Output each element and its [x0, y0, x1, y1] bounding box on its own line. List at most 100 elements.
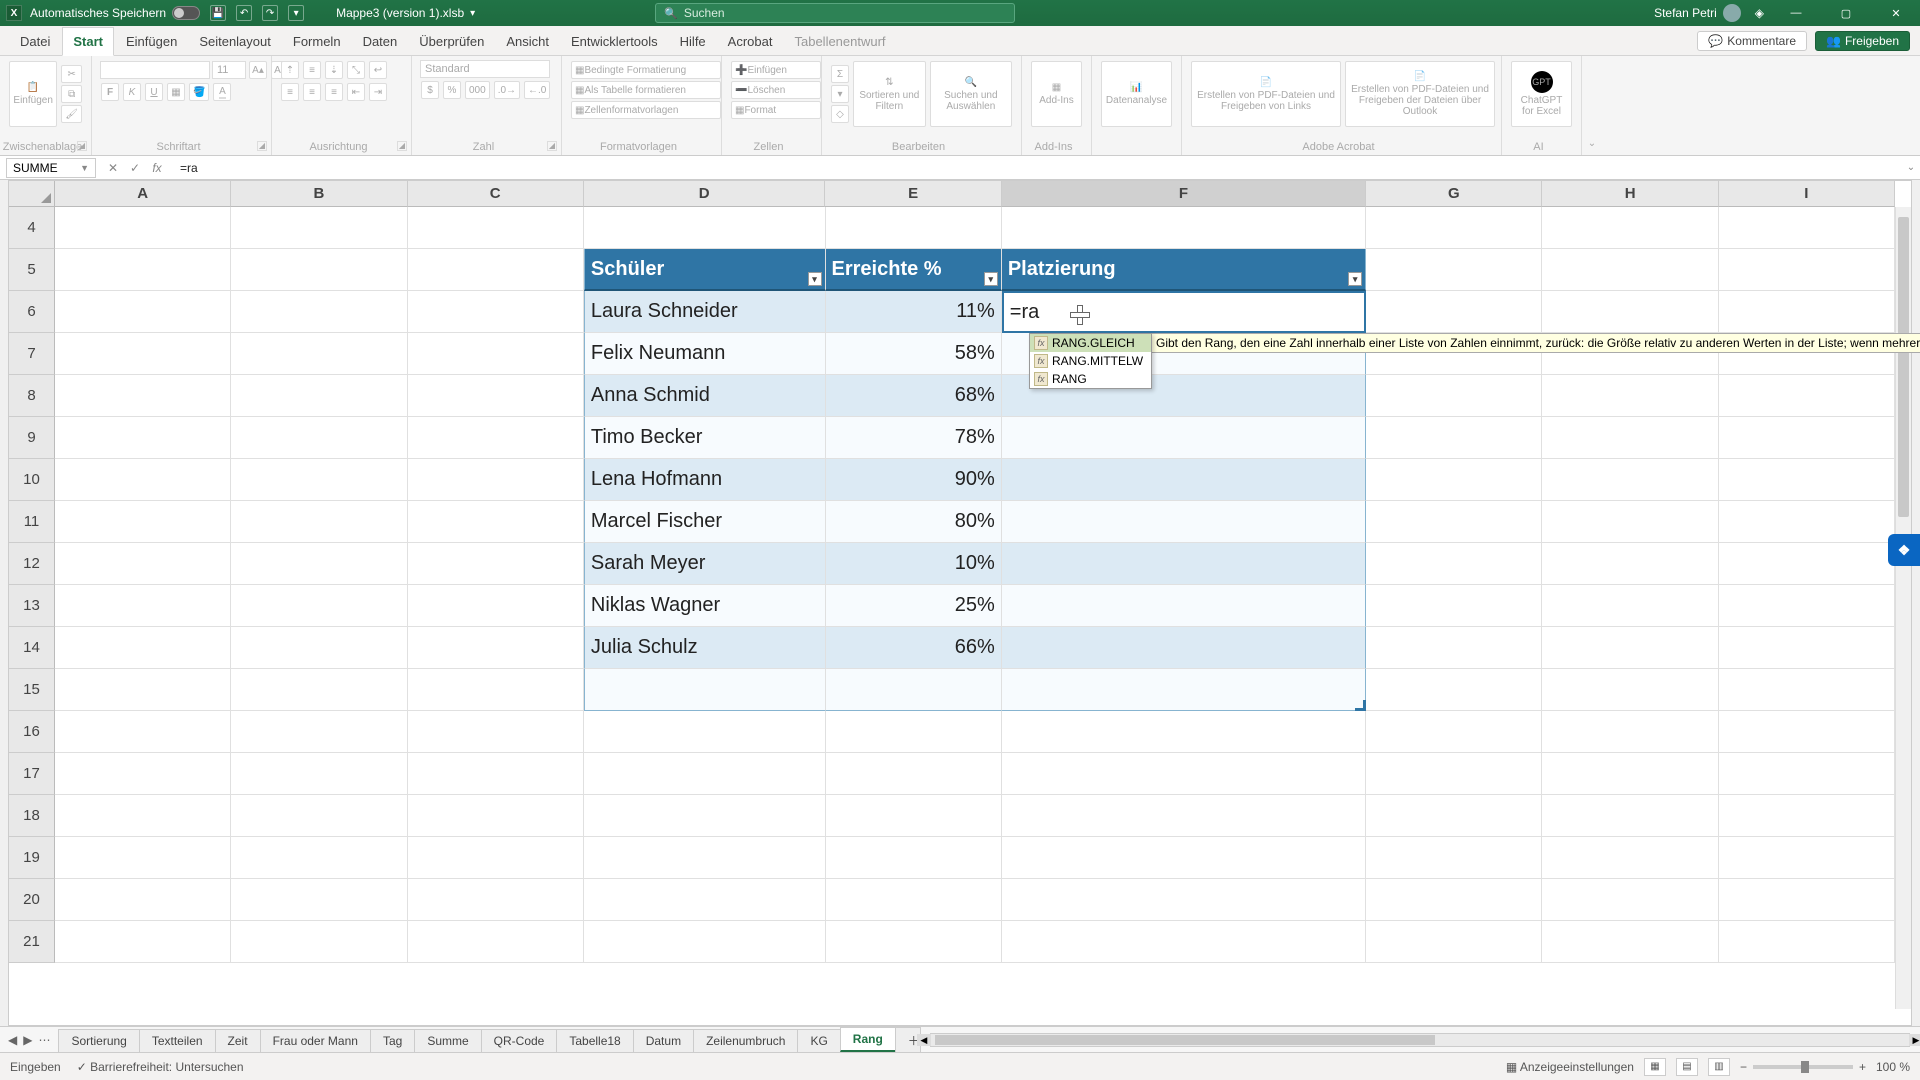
- sheet-tab[interactable]: Textteilen: [139, 1029, 216, 1052]
- cell[interactable]: [1542, 921, 1718, 963]
- cell[interactable]: [55, 669, 231, 711]
- cell[interactable]: [408, 543, 584, 585]
- cell[interactable]: [1719, 879, 1895, 921]
- cell[interactable]: [1542, 627, 1718, 669]
- cell[interactable]: [55, 543, 231, 585]
- cell[interactable]: [1002, 711, 1366, 753]
- formula-input[interactable]: =ra: [174, 161, 1902, 175]
- cell[interactable]: [1366, 585, 1542, 627]
- cell[interactable]: [55, 879, 231, 921]
- cell[interactable]: [1719, 501, 1895, 543]
- cell[interactable]: [1002, 627, 1366, 669]
- zoom-out-icon[interactable]: −: [1740, 1060, 1747, 1074]
- cell[interactable]: [1542, 837, 1718, 879]
- format-painter-icon[interactable]: 🖌: [61, 105, 82, 123]
- row-header[interactable]: 11: [9, 501, 55, 543]
- sort-filter-button[interactable]: ⇅Sortieren und Filtern: [853, 61, 926, 127]
- cell[interactable]: Anna Schmid: [584, 375, 826, 417]
- cell[interactable]: [1366, 921, 1542, 963]
- cell[interactable]: [1366, 375, 1542, 417]
- zoom-slider[interactable]: − +: [1740, 1060, 1866, 1074]
- cell[interactable]: 78%: [826, 417, 1002, 459]
- cell[interactable]: 80%: [826, 501, 1002, 543]
- cell[interactable]: =ra: [1002, 291, 1366, 333]
- cell[interactable]: Schüler▾: [584, 249, 826, 291]
- cell[interactable]: [826, 207, 1002, 249]
- cell[interactable]: [55, 921, 231, 963]
- cell[interactable]: [1366, 753, 1542, 795]
- cut-icon[interactable]: ✂: [61, 65, 82, 83]
- cell[interactable]: [1542, 753, 1718, 795]
- sheet-tab[interactable]: Zeit: [215, 1029, 261, 1052]
- cell[interactable]: [826, 837, 1002, 879]
- cell[interactable]: [231, 207, 407, 249]
- name-box[interactable]: SUMME ▼: [6, 158, 96, 178]
- sheet-tab[interactable]: Tag: [370, 1029, 415, 1052]
- ribbon-tab-start[interactable]: Start: [62, 27, 114, 56]
- cell[interactable]: [231, 795, 407, 837]
- cell[interactable]: [231, 501, 407, 543]
- cell[interactable]: [408, 921, 584, 963]
- cell[interactable]: [408, 291, 584, 333]
- cell[interactable]: [408, 585, 584, 627]
- row-header[interactable]: 14: [9, 627, 55, 669]
- cell[interactable]: [1719, 627, 1895, 669]
- pdf-outlook-button[interactable]: 📄Erstellen von PDF-Dateien und Freigeben…: [1345, 61, 1495, 127]
- cell[interactable]: [408, 459, 584, 501]
- paste-button[interactable]: 📋 Einfügen: [9, 61, 57, 127]
- delete-cells-button[interactable]: ➖ Löschen: [731, 81, 821, 99]
- column-header[interactable]: B: [231, 181, 407, 207]
- align-bottom-icon[interactable]: ⇣: [325, 61, 343, 79]
- scroll-left-icon[interactable]: ◀: [917, 1034, 931, 1046]
- inc-decimal-icon[interactable]: .0→: [494, 81, 520, 99]
- row-header[interactable]: 4: [9, 207, 55, 249]
- row-header[interactable]: 19: [9, 837, 55, 879]
- cell[interactable]: [1542, 501, 1718, 543]
- sheet-tab[interactable]: Sortierung: [58, 1029, 139, 1052]
- ribbon-tab-entwicklertools[interactable]: Entwicklertools: [561, 28, 668, 55]
- enter-formula-icon[interactable]: ✓: [126, 161, 144, 175]
- bold-icon[interactable]: F: [101, 83, 119, 101]
- cell[interactable]: [55, 501, 231, 543]
- cell[interactable]: [1366, 627, 1542, 669]
- autosave-toggle[interactable]: Automatisches Speichern: [30, 6, 200, 20]
- cell[interactable]: [231, 921, 407, 963]
- percent-icon[interactable]: %: [443, 81, 461, 99]
- cell[interactable]: [231, 879, 407, 921]
- cell[interactable]: [408, 837, 584, 879]
- cell[interactable]: [1719, 921, 1895, 963]
- autosum-icon[interactable]: Σ: [831, 65, 849, 83]
- ribbon-tab-datei[interactable]: Datei: [10, 28, 60, 55]
- row-header[interactable]: 13: [9, 585, 55, 627]
- italic-icon[interactable]: K: [123, 83, 141, 101]
- font-size-input[interactable]: [212, 61, 246, 79]
- cell[interactable]: [231, 753, 407, 795]
- column-header[interactable]: C: [408, 181, 584, 207]
- vertical-scrollbar[interactable]: [1895, 207, 1911, 1009]
- border-icon[interactable]: ▦: [167, 83, 185, 101]
- copy-icon[interactable]: ⧉: [61, 85, 82, 103]
- cell-grid[interactable]: Schüler▾Erreichte %▾Platzierung▾Laura Sc…: [55, 207, 1895, 1009]
- cell[interactable]: [408, 753, 584, 795]
- cell[interactable]: [231, 375, 407, 417]
- cell[interactable]: 58%: [826, 333, 1002, 375]
- cell[interactable]: [584, 711, 826, 753]
- cell[interactable]: [826, 669, 1002, 711]
- cell[interactable]: [1542, 585, 1718, 627]
- scroll-thumb[interactable]: [935, 1035, 1435, 1045]
- cell[interactable]: [1366, 837, 1542, 879]
- autocomplete-item[interactable]: fxRANG: [1030, 370, 1151, 388]
- ribbon-tab-acrobat[interactable]: Acrobat: [718, 28, 783, 55]
- currency-icon[interactable]: $: [421, 81, 439, 99]
- cell[interactable]: [408, 333, 584, 375]
- sheet-tab[interactable]: Summe: [414, 1029, 481, 1052]
- fill-color-icon[interactable]: 🪣: [189, 83, 209, 101]
- cell[interactable]: [1719, 711, 1895, 753]
- cell[interactable]: Niklas Wagner: [584, 585, 826, 627]
- cell[interactable]: [1719, 543, 1895, 585]
- redo-icon[interactable]: ↷: [262, 5, 278, 21]
- cell[interactable]: [1366, 543, 1542, 585]
- cell[interactable]: [826, 879, 1002, 921]
- collapse-ribbon-icon[interactable]: ⌄: [1582, 56, 1602, 155]
- search-input[interactable]: 🔍 Suchen: [655, 3, 1015, 23]
